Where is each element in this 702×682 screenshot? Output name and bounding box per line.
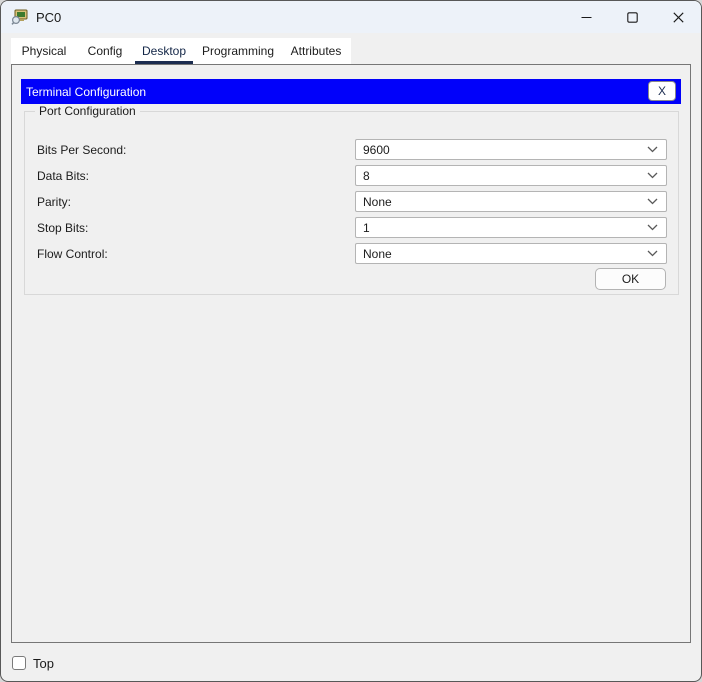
tab-programming[interactable]: Programming: [195, 38, 281, 64]
tab-programming-label: Programming: [202, 44, 274, 58]
group-legend: Port Configuration: [35, 104, 140, 118]
tab-physical-label: Physical: [22, 44, 67, 58]
tab-physical[interactable]: Physical: [11, 38, 77, 64]
tab-attributes[interactable]: Attributes: [281, 38, 351, 64]
minimize-icon: [581, 12, 592, 23]
tab-config-label: Config: [88, 44, 123, 58]
tab-desktop-label: Desktop: [142, 44, 186, 58]
desktop-tab-page: Terminal Configuration X Port Configurat…: [11, 64, 691, 643]
chevron-down-icon: [647, 146, 666, 153]
dialog-title: Terminal Configuration: [26, 85, 146, 99]
close-button[interactable]: [655, 1, 701, 33]
tab-strip: Physical Config Desktop Programming Attr…: [11, 38, 351, 64]
device-icon: [11, 9, 29, 25]
chevron-down-icon: [647, 172, 666, 179]
maximize-icon: [627, 12, 638, 23]
stop-bits-value: 1: [356, 221, 647, 235]
title-bar: PC0: [1, 1, 701, 33]
flow-control-value: None: [356, 247, 647, 261]
ok-button[interactable]: OK: [595, 268, 666, 290]
parity-value: None: [356, 195, 647, 209]
maximize-button[interactable]: [609, 1, 655, 33]
chevron-down-icon: [647, 224, 666, 231]
data-bits-label: Data Bits:: [37, 169, 89, 183]
tab-config[interactable]: Config: [77, 38, 133, 64]
tab-desktop[interactable]: Desktop: [133, 38, 195, 64]
close-icon: [673, 12, 684, 23]
terminal-configuration-header: Terminal Configuration X: [21, 79, 681, 104]
parity-label: Parity:: [37, 195, 71, 209]
chevron-down-icon: [647, 250, 666, 257]
flow-control-label: Flow Control:: [37, 247, 108, 261]
stop-bits-label: Stop Bits:: [37, 221, 88, 235]
chevron-down-icon: [647, 198, 666, 205]
parity-select[interactable]: None: [355, 191, 667, 212]
window-title: PC0: [36, 10, 61, 25]
top-checkbox[interactable]: [12, 656, 26, 670]
top-checkbox-label: Top: [33, 656, 54, 671]
port-configuration-group: Port Configuration Bits Per Second: 9600…: [24, 111, 679, 295]
bottom-bar: Top: [1, 644, 701, 682]
data-bits-select[interactable]: 8: [355, 165, 667, 186]
data-bits-value: 8: [356, 169, 647, 183]
bits-per-second-value: 9600: [356, 143, 647, 157]
bits-per-second-select[interactable]: 9600: [355, 139, 667, 160]
stop-bits-select[interactable]: 1: [355, 217, 667, 238]
tab-attributes-label: Attributes: [291, 44, 342, 58]
pc0-window: PC0 Physical Config Desktop Pr: [0, 0, 702, 682]
minimize-button[interactable]: [563, 1, 609, 33]
dialog-close-button[interactable]: X: [648, 81, 676, 101]
bits-per-second-label: Bits Per Second:: [37, 143, 126, 157]
flow-control-select[interactable]: None: [355, 243, 667, 264]
